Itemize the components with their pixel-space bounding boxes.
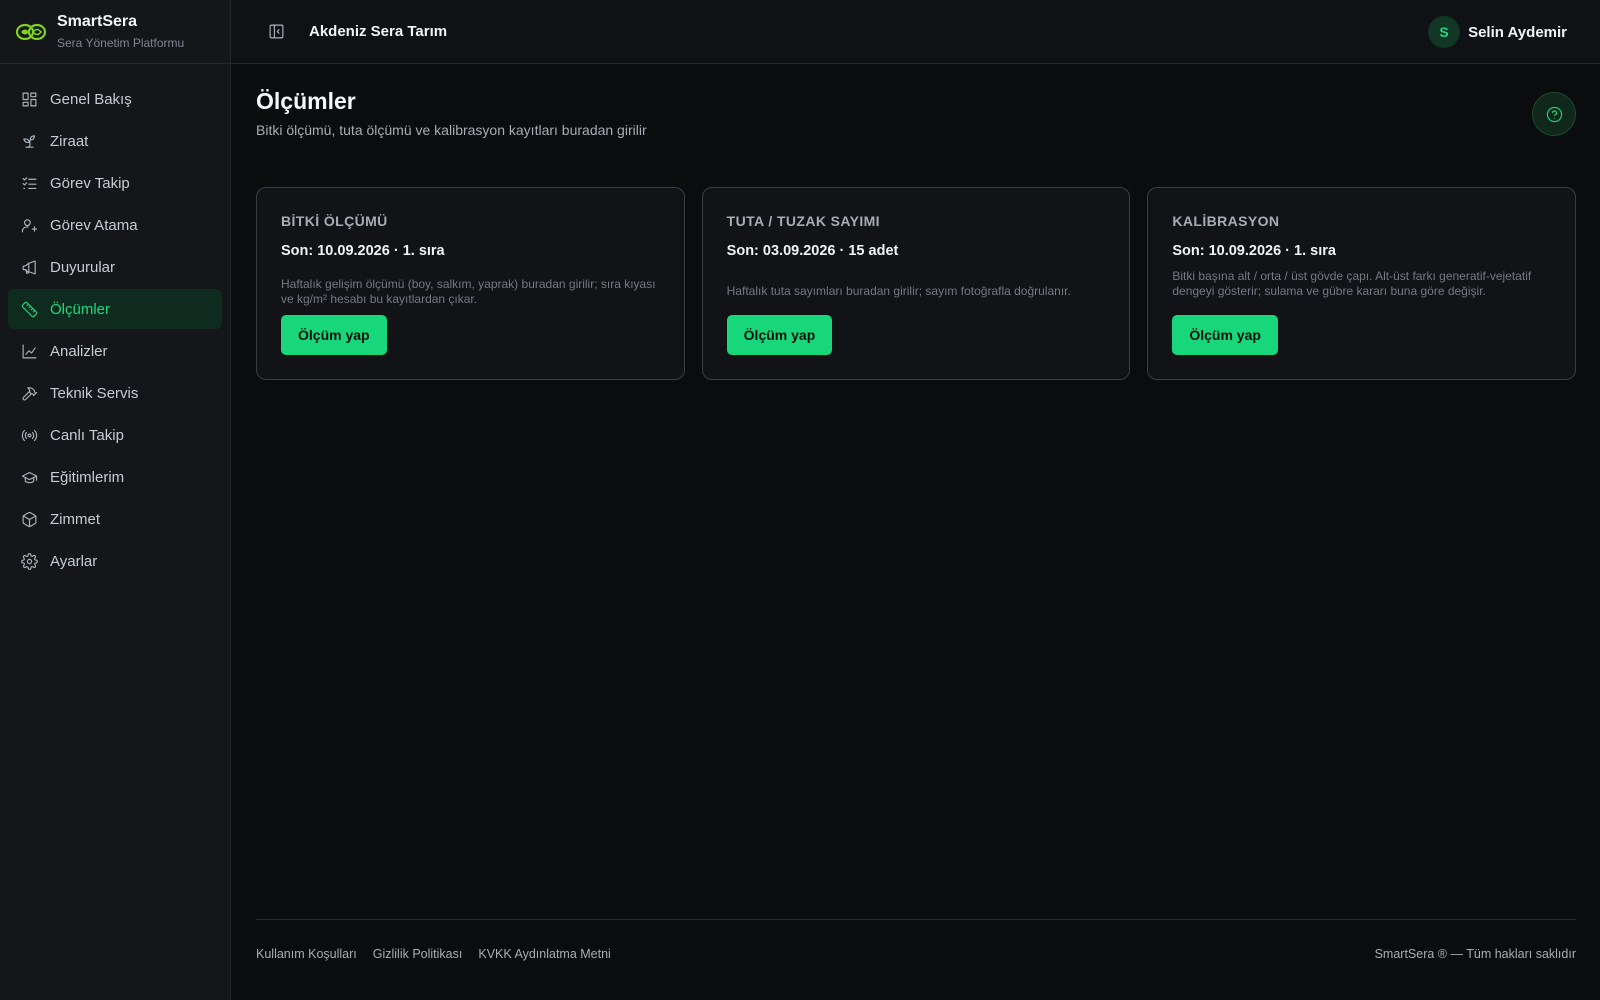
sprout-icon <box>20 132 38 150</box>
sidebar-item-egitimlerim[interactable]: Eğitimlerim <box>8 457 222 497</box>
radio-icon <box>20 426 38 444</box>
card-kalibrasyon: KALİBRASYON Son: 10.09.2026 · 1. sıra Bi… <box>1147 187 1577 380</box>
line-chart-icon <box>20 342 38 360</box>
brand[interactable]: SmartSera Sera Yönetim Platformu <box>0 0 230 64</box>
sidebar-item-ayarlar[interactable]: Ayarlar <box>8 541 222 581</box>
help-icon <box>1546 106 1562 122</box>
footer-link-privacy[interactable]: Gizlilik Politikası <box>373 947 463 961</box>
card-description: Haftalık tuta sayımları buradan girilir;… <box>726 284 1071 298</box>
sidebar-item-analizler[interactable]: Analizler <box>8 331 222 371</box>
brand-subtitle: Sera Yönetim Platformu <box>57 36 185 50</box>
sidebar-item-label: Genel Bakış <box>50 90 132 108</box>
card-bitki-olcumu: BİTKİ ÖLÇÜMÜ Son: 10.09.2026 · 1. sıra H… <box>256 187 685 380</box>
card-last-entry: Son: 10.09.2026 · 1. sıra <box>1172 243 1336 259</box>
gear-icon <box>20 552 38 570</box>
sidebar-item-label: Canlı Takip <box>50 426 124 444</box>
ruler-icon <box>20 300 38 318</box>
card-last-entry: Son: 10.09.2026 · 1. sıra <box>281 243 445 259</box>
sidebar-item-label: Duyurular <box>50 258 116 276</box>
hammer-icon <box>20 384 38 402</box>
logo-icon <box>15 23 47 40</box>
sidebar-item-label: Ziraat <box>50 132 89 150</box>
sidebar: SmartSera Sera Yönetim Platformu Genel B… <box>0 0 231 1000</box>
measurement-cards: BİTKİ ÖLÇÜMÜ Son: 10.09.2026 · 1. sıra H… <box>256 187 1577 380</box>
panel-left-icon <box>269 24 283 39</box>
top-bar: Akdeniz Sera Tarım S Selin Aydemir <box>231 0 1600 64</box>
help-button[interactable] <box>1532 92 1576 136</box>
sidebar-item-label: Analizler <box>50 342 108 360</box>
card-description: Bitki başına alt / orta / üst gövde çapı… <box>1172 269 1532 298</box>
brand-name: SmartSera <box>57 13 138 30</box>
avatar: S <box>1428 16 1461 48</box>
sidebar-item-label: Zimmet <box>50 510 100 528</box>
card-tuta-tuzak-sayimi: TUTA / TUZAK SAYIMI Son: 03.09.2026 · 15… <box>701 187 1131 380</box>
megaphone-icon <box>20 258 38 276</box>
user-name: Selin Aydemir <box>1468 23 1567 41</box>
sidebar-item-label: Ölçümler <box>50 300 111 318</box>
box-icon <box>20 510 38 528</box>
sidebar-item-genel-bakis[interactable]: Genel Bakış <box>8 79 222 119</box>
card-description: Haftalık gelişim ölçümü (boy, salkım, ya… <box>281 277 656 306</box>
card-title: TUTA / TUZAK SAYIMI <box>726 213 880 229</box>
dashboard-icon <box>20 90 38 108</box>
sidebar-item-duyurular[interactable]: Duyurular <box>8 247 222 287</box>
checklist-icon <box>20 174 38 192</box>
sidebar-item-label: Eğitimlerim <box>50 468 125 486</box>
footer: Kullanım Koşulları Gizlilik Politikası K… <box>256 919 1576 961</box>
main-content: Ölçümler Bitki ölçümü, tuta ölçümü ve ka… <box>256 64 1577 1000</box>
sidebar-toggle-button[interactable] <box>266 22 286 42</box>
sidebar-nav: Genel Bakış Ziraat Görev Takip Görev Ata… <box>0 64 230 581</box>
card-title: BİTKİ ÖLÇÜMÜ <box>281 213 388 229</box>
user-plus-icon <box>20 216 38 234</box>
sidebar-item-label: Teknik Servis <box>50 384 139 402</box>
measure-button[interactable]: Ölçüm yap <box>1172 315 1278 355</box>
page-subtitle: Bitki ölçümü, tuta ölçümü ve kalibrasyon… <box>256 122 647 138</box>
card-last-entry: Son: 03.09.2026 · 15 adet <box>726 243 899 259</box>
card-title: KALİBRASYON <box>1172 213 1280 229</box>
footer-link-kvkk[interactable]: KVKK Aydınlatma Metni <box>478 947 610 961</box>
org-name: Akdeniz Sera Tarım <box>309 23 448 40</box>
sidebar-item-gorev-atama[interactable]: Görev Atama <box>8 205 222 245</box>
sidebar-item-teknik-servis[interactable]: Teknik Servis <box>8 373 222 413</box>
measure-button[interactable]: Ölçüm yap <box>281 315 387 355</box>
sidebar-item-canli-takip[interactable]: Canlı Takip <box>8 415 222 455</box>
sidebar-item-olcumler[interactable]: Ölçümler <box>8 289 222 329</box>
measure-button[interactable]: Ölçüm yap <box>726 315 833 355</box>
sidebar-item-zimmet[interactable]: Zimmet <box>8 499 222 539</box>
copyright: SmartSera ® — Tüm hakları saklıdır <box>1374 947 1576 961</box>
user-menu[interactable]: S Selin Aydemir <box>1428 16 1567 48</box>
page-title: Ölçümler <box>256 88 356 114</box>
sidebar-item-ziraat[interactable]: Ziraat <box>8 121 222 161</box>
sidebar-item-gorev-takip[interactable]: Görev Takip <box>8 163 222 203</box>
graduation-cap-icon <box>20 468 38 486</box>
sidebar-item-label: Görev Takip <box>50 174 130 192</box>
footer-link-terms[interactable]: Kullanım Koşulları <box>256 947 357 961</box>
footer-links: Kullanım Koşulları Gizlilik Politikası K… <box>256 947 611 961</box>
sidebar-item-label: Ayarlar <box>50 552 98 570</box>
sidebar-item-label: Görev Atama <box>50 216 138 234</box>
